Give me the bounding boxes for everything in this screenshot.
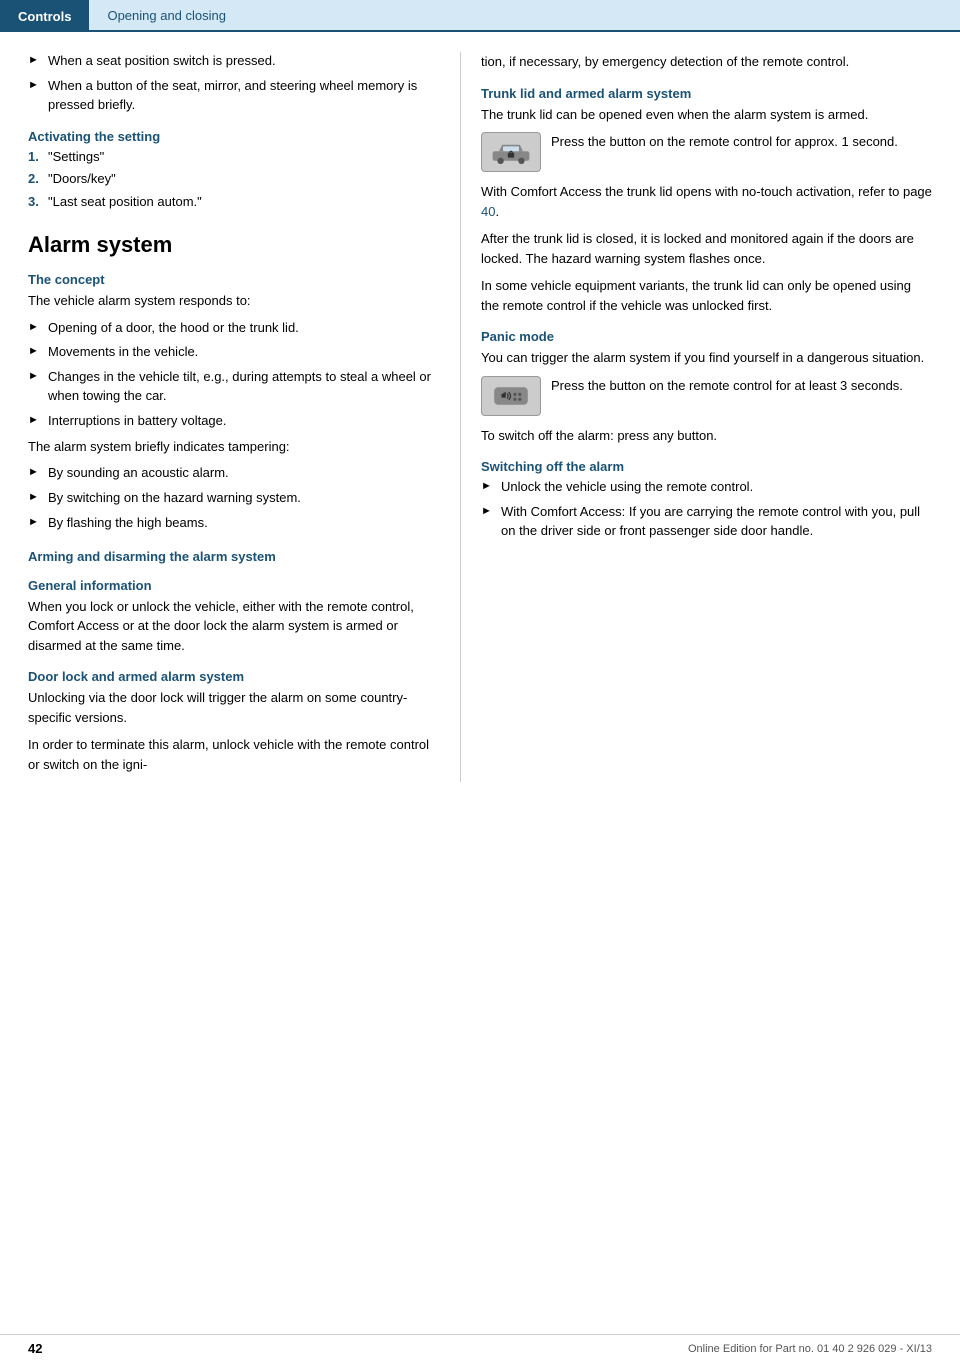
page-40-link[interactable]: 40: [481, 204, 495, 219]
concept-bullet-2: Movements in the vehicle.: [48, 343, 440, 362]
content-area: ► When a seat position switch is pressed…: [0, 32, 960, 782]
concept-bullet-3: Changes in the vehicle tilt, e.g., durin…: [48, 368, 440, 406]
header-tab-opening[interactable]: Opening and closing: [89, 0, 960, 32]
bullet-arrow-icon: ►: [28, 490, 44, 508]
concept-heading: The concept: [28, 272, 440, 287]
bullet-arrow-icon: ►: [28, 369, 44, 406]
list-item: 1. "Settings": [28, 148, 440, 167]
bullet-arrow-icon: ►: [481, 479, 497, 497]
bullet-arrow-icon: ►: [28, 413, 44, 431]
intro-bullet-1: When a seat position switch is pressed.: [48, 52, 440, 71]
switching-bullet-2: With Comfort Access: If you are carrying…: [501, 503, 932, 541]
tampering-bullet-1: By sounding an acoustic alarm.: [48, 464, 440, 483]
panic-remote-svg: [491, 382, 531, 410]
list-item: ► When a button of the seat, mirror, and…: [28, 77, 440, 115]
car-remote-svg: [491, 138, 531, 166]
trunk-text1: The trunk lid can be opened even when th…: [481, 105, 932, 125]
tampering-intro: The alarm system briefly indicates tampe…: [28, 437, 440, 457]
trunk-text4: In some vehicle equipment variants, the …: [481, 276, 932, 315]
door-lock-continued: tion, if necessary, by emergency detecti…: [481, 52, 932, 72]
bullet-arrow-icon: ►: [28, 78, 44, 115]
header-tab-controls[interactable]: Controls: [0, 0, 89, 32]
tampering-bullet-2: By switching on the hazard warning syste…: [48, 489, 440, 508]
trunk-icon-text: Press the button on the remote control f…: [551, 132, 932, 152]
bullet-arrow-icon: ►: [28, 515, 44, 533]
alarm-system-heading: Alarm system: [28, 232, 440, 258]
list-item: ► Opening of a door, the hood or the tru…: [28, 319, 440, 338]
panic-text2: To switch off the alarm: press any butto…: [481, 426, 932, 446]
remote-control-car-icon: [481, 132, 541, 172]
door-lock-heading: Door lock and armed alarm system: [28, 669, 440, 684]
switching-bullet-1: Unlock the vehicle using the remote cont…: [501, 478, 932, 497]
right-column: tion, if necessary, by emergency detecti…: [460, 52, 960, 782]
list-item: ► With Comfort Access: If you are carryi…: [481, 503, 932, 541]
bullet-arrow-icon: ►: [28, 465, 44, 483]
intro-bullet-2: When a button of the seat, mirror, and s…: [48, 77, 440, 115]
general-info-text: When you lock or unlock the vehicle, eit…: [28, 597, 440, 656]
list-item: ► When a seat position switch is pressed…: [28, 52, 440, 71]
door-lock-text2: In order to terminate this alarm, unlock…: [28, 735, 440, 774]
tampering-bullet-3: By flashing the high beams.: [48, 514, 440, 533]
trunk-text3: After the trunk lid is closed, it is loc…: [481, 229, 932, 268]
bullet-arrow-icon: ►: [28, 320, 44, 338]
trunk-heading: Trunk lid and armed alarm system: [481, 86, 932, 101]
panic-text1: You can trigger the alarm system if you …: [481, 348, 932, 368]
door-lock-text1: Unlocking via the door lock will trigger…: [28, 688, 440, 727]
concept-intro: The vehicle alarm system responds to:: [28, 291, 440, 311]
general-info-heading: General information: [28, 578, 440, 593]
list-item: ► Unlock the vehicle using the remote co…: [481, 478, 932, 497]
trunk-icon-row: Press the button on the remote control f…: [481, 132, 932, 172]
list-item: ► By switching on the hazard warning sys…: [28, 489, 440, 508]
step-3: "Last seat position autom.": [48, 193, 202, 212]
panic-button-icon: [481, 376, 541, 416]
step-2: "Doors/key": [48, 170, 116, 189]
edition-text: Online Edition for Part no. 01 40 2 926 …: [688, 1343, 932, 1355]
list-item: ► Movements in the vehicle.: [28, 343, 440, 362]
page-header: Controls Opening and closing: [0, 0, 960, 32]
list-item: ► Changes in the vehicle tilt, e.g., dur…: [28, 368, 440, 406]
page-footer: 42 Online Edition for Part no. 01 40 2 9…: [0, 1334, 960, 1362]
bullet-arrow-icon: ►: [28, 53, 44, 71]
panic-icon-row: Press the button on the remote control f…: [481, 376, 932, 416]
panic-icon-text: Press the button on the remote control f…: [551, 376, 932, 396]
arming-heading: Arming and disarming the alarm system: [28, 549, 440, 564]
list-item: ► By flashing the high beams.: [28, 514, 440, 533]
left-column: ► When a seat position switch is pressed…: [0, 52, 460, 782]
step-1: "Settings": [48, 148, 104, 167]
activating-heading: Activating the setting: [28, 129, 440, 144]
bullet-arrow-icon: ►: [28, 344, 44, 362]
trunk-text2: With Comfort Access the trunk lid opens …: [481, 182, 932, 221]
switching-heading: Switching off the alarm: [481, 459, 932, 474]
concept-bullet-1: Opening of a door, the hood or the trunk…: [48, 319, 440, 338]
opening-tab-label: Opening and closing: [107, 8, 226, 23]
list-item: ► By sounding an acoustic alarm.: [28, 464, 440, 483]
concept-bullet-4: Interruptions in battery voltage.: [48, 412, 440, 431]
bullet-arrow-icon: ►: [481, 504, 497, 541]
controls-tab-label: Controls: [18, 9, 71, 24]
list-item: 2. "Doors/key": [28, 170, 440, 189]
list-item: ► Interruptions in battery voltage.: [28, 412, 440, 431]
page-number: 42: [28, 1341, 42, 1356]
panic-heading: Panic mode: [481, 329, 932, 344]
list-item: 3. "Last seat position autom.": [28, 193, 440, 212]
